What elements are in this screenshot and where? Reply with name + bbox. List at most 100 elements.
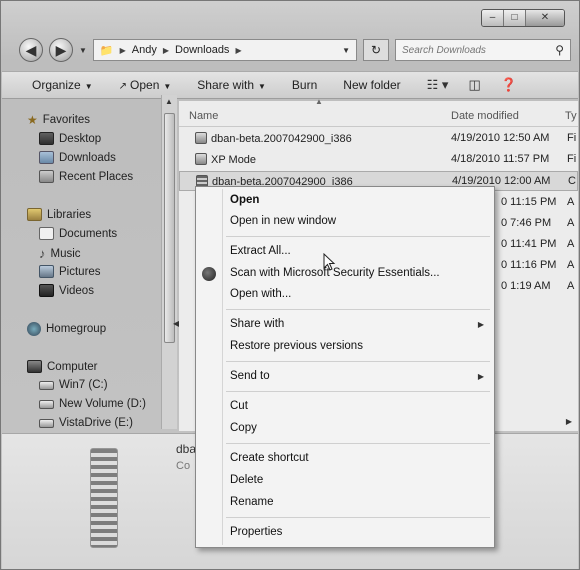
menu-item-create-shortcut[interactable]: Create shortcut bbox=[230, 452, 309, 464]
share-with-label: Share with bbox=[197, 78, 254, 92]
sidebar-item-drive-c[interactable]: Win7 (C:) bbox=[39, 379, 108, 391]
close-button[interactable]: ✕ bbox=[526, 10, 564, 26]
refresh-button[interactable]: ↻ bbox=[363, 39, 389, 61]
recent-pages-dropdown-icon[interactable]: ▼ bbox=[79, 46, 87, 55]
sidebar-item-label: Music bbox=[50, 247, 81, 260]
file-date: 0 11:16 PM bbox=[501, 259, 557, 271]
menu-item-copy[interactable]: Copy bbox=[230, 422, 257, 434]
documents-icon bbox=[39, 227, 54, 240]
burn-button[interactable]: Burn bbox=[292, 78, 317, 92]
sidebar-item-favorites[interactable]: ★ Favorites bbox=[27, 113, 90, 127]
folder-icon bbox=[195, 153, 207, 165]
nav-pane-scrollbar[interactable]: ▲ bbox=[161, 95, 177, 429]
sidebar-item-downloads[interactable]: Downloads bbox=[39, 151, 116, 164]
file-date: 4/18/2010 11:57 PM bbox=[451, 153, 550, 165]
videos-icon bbox=[39, 284, 54, 297]
column-header-type[interactable]: Ty bbox=[565, 110, 577, 122]
sidebar-item-homegroup[interactable]: Homegroup bbox=[27, 322, 106, 336]
details-file-name: dba bbox=[176, 442, 197, 456]
sidebar-item-drive-d[interactable]: New Volume (D:) bbox=[39, 398, 146, 410]
caption-buttons: – □ ✕ bbox=[481, 9, 565, 27]
menu-item-rename[interactable]: Rename bbox=[230, 496, 273, 508]
breadcrumb-separator-icon[interactable]: ▶ bbox=[120, 46, 126, 55]
scroll-up-icon[interactable]: ▲ bbox=[165, 97, 173, 106]
sidebar-item-recent-places[interactable]: Recent Places bbox=[39, 170, 133, 183]
table-row[interactable]: XP Mode 4/18/2010 11:57 PM Fi bbox=[179, 150, 578, 170]
minimize-button[interactable]: – bbox=[482, 10, 504, 26]
sidebar-item-label: Videos bbox=[59, 284, 94, 297]
file-type: A bbox=[567, 196, 575, 208]
sidebar-item-computer[interactable]: Computer bbox=[27, 360, 98, 373]
back-button[interactable]: ◀ bbox=[19, 38, 43, 62]
refresh-icon: ↻ bbox=[370, 43, 382, 57]
search-box[interactable]: ⚲ bbox=[395, 39, 571, 61]
address-dropdown-icon[interactable]: ▼ bbox=[342, 46, 350, 55]
downloads-icon bbox=[39, 151, 54, 164]
menu-item-properties[interactable]: Properties bbox=[230, 526, 282, 538]
submenu-arrow-icon: ▶ bbox=[477, 372, 484, 381]
pictures-icon bbox=[39, 265, 54, 278]
breadcrumb-downloads[interactable]: Downloads bbox=[175, 44, 229, 56]
search-input[interactable] bbox=[402, 44, 542, 56]
view-options-icon[interactable]: ☷ ▾ bbox=[427, 77, 449, 93]
help-icon[interactable]: ❓ bbox=[501, 77, 517, 93]
address-bar[interactable]: 📁 ▶ Andy ▶ Downloads ▶ ▼ bbox=[92, 39, 357, 61]
folder-icon: 📁 bbox=[99, 44, 114, 57]
search-icon[interactable]: ⚲ bbox=[555, 43, 564, 57]
menu-gutter bbox=[222, 189, 223, 545]
maximize-button[interactable]: □ bbox=[504, 10, 526, 26]
column-header-name[interactable]: Name bbox=[189, 110, 218, 122]
breadcrumb-separator-icon[interactable]: ▶ bbox=[235, 46, 241, 55]
sidebar-item-label: Win7 (C:) bbox=[59, 379, 108, 391]
sidebar-item-pictures[interactable]: Pictures bbox=[39, 265, 101, 278]
breadcrumb-separator-icon[interactable]: ▶ bbox=[163, 46, 169, 55]
homegroup-icon bbox=[27, 322, 41, 336]
file-name: dban-beta.2007042900_i386 bbox=[195, 132, 352, 145]
forward-button[interactable]: ▶ bbox=[49, 38, 73, 62]
preview-pane-icon[interactable]: ◫ bbox=[468, 77, 480, 93]
file-type: C bbox=[568, 175, 576, 187]
sidebar-item-documents[interactable]: Documents bbox=[39, 227, 117, 240]
sidebar-item-libraries[interactable]: Libraries bbox=[27, 208, 91, 221]
explorer-window: – □ ✕ ◀ ▶ ▼ 📁 ▶ Andy ▶ Downloads ▶ ▼ ↻ ⚲… bbox=[0, 0, 580, 570]
sidebar-item-desktop[interactable]: Desktop bbox=[39, 132, 101, 145]
navigation-row: ◀ ▶ ▼ 📁 ▶ Andy ▶ Downloads ▶ ▼ ↻ ⚲ bbox=[19, 35, 571, 65]
column-header-date-modified[interactable]: Date modified bbox=[451, 110, 519, 122]
star-icon: ★ bbox=[27, 113, 38, 127]
sidebar-item-label: Pictures bbox=[59, 265, 101, 278]
file-type: Fi bbox=[567, 132, 577, 144]
menu-item-share-with[interactable]: Share with bbox=[230, 318, 284, 330]
security-essentials-icon bbox=[202, 267, 216, 281]
menu-item-open[interactable]: Open bbox=[230, 194, 259, 206]
drive-icon bbox=[39, 380, 54, 390]
recent-places-icon bbox=[39, 170, 54, 183]
table-row[interactable]: dban-beta.2007042900_i386 4/19/2010 12:5… bbox=[179, 129, 578, 149]
column-headers: Name Date modified Ty bbox=[179, 105, 578, 127]
file-date: 4/19/2010 12:50 AM bbox=[451, 132, 550, 144]
menu-item-extract-all[interactable]: Extract All... bbox=[230, 245, 291, 257]
new-folder-button[interactable]: New folder bbox=[343, 78, 400, 92]
file-type: A bbox=[567, 259, 575, 271]
sidebar-item-videos[interactable]: Videos bbox=[39, 284, 94, 297]
menu-item-open-new-window[interactable]: Open in new window bbox=[230, 215, 336, 227]
file-type: Fi bbox=[567, 153, 577, 165]
menu-item-send-to[interactable]: Send to bbox=[230, 370, 270, 382]
sidebar-item-drive-e[interactable]: VistaDrive (E:) bbox=[39, 417, 133, 429]
sidebar-item-music[interactable]: ♪ Music bbox=[39, 246, 81, 261]
menu-separator bbox=[226, 391, 490, 392]
file-type: A bbox=[567, 280, 575, 292]
sidebar-item-label: Recent Places bbox=[59, 170, 134, 183]
menu-item-open-with[interactable]: Open with... bbox=[230, 288, 291, 300]
scrollbar-thumb[interactable] bbox=[164, 113, 175, 343]
details-file-type: Co bbox=[176, 460, 191, 472]
share-with-button[interactable]: Share with ▼ bbox=[197, 78, 266, 92]
menu-item-delete[interactable]: Delete bbox=[230, 474, 263, 486]
file-name: XP Mode bbox=[195, 153, 256, 166]
back-arrow-icon: ◀ bbox=[25, 41, 37, 58]
menu-item-cut[interactable]: Cut bbox=[230, 400, 248, 412]
organize-button[interactable]: Organize ▼ bbox=[32, 78, 93, 92]
breadcrumb-andy[interactable]: Andy bbox=[132, 44, 157, 56]
scroll-right-icon[interactable]: ▶ bbox=[566, 417, 572, 426]
open-button[interactable]: ↗ Open ▼ bbox=[119, 78, 172, 92]
menu-item-restore-previous[interactable]: Restore previous versions bbox=[230, 340, 363, 352]
